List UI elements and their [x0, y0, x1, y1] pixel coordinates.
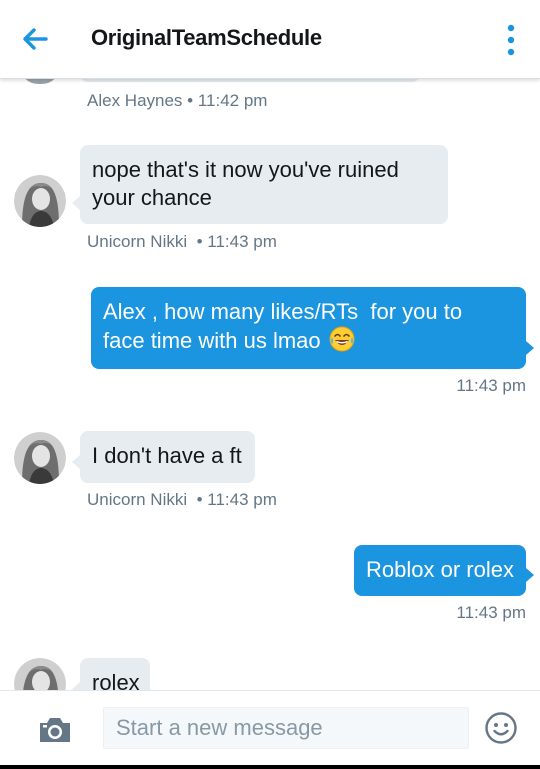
message-bubble[interactable]: I don't have a ft: [72, 431, 255, 483]
message-composer: [0, 690, 540, 766]
message-text: I don't have a ft: [92, 443, 242, 468]
message-text: rolex: [92, 670, 140, 690]
conversation-header: OriginalTeamSchedule: [0, 0, 540, 79]
message-text: face time with us lmao: [103, 328, 321, 353]
message-bubble[interactable]: Alex , how many likes/RTs for you to fac…: [91, 287, 534, 369]
face-with-tears-of-joy-icon: [329, 326, 355, 352]
message-text: Roblox or rolex: [366, 557, 514, 582]
more-vertical-icon[interactable]: [504, 20, 518, 60]
message-bubble[interactable]: nope that's it now you've ruined your ch…: [72, 145, 448, 224]
message-meta: Unicorn Nikki • 11:43 pm: [87, 490, 277, 509]
message-list[interactable]: Alex Haynes • 11:42 pm nope that's it no…: [0, 78, 540, 690]
camera-icon[interactable]: [37, 715, 73, 745]
message-text-line: your chance: [92, 185, 212, 210]
message-input[interactable]: [103, 707, 469, 749]
message-text-line: nope that's it now you've ruined: [92, 157, 399, 182]
smiley-icon[interactable]: [484, 711, 518, 745]
avatar[interactable]: [14, 175, 66, 227]
message-meta: Unicorn Nikki • 11:43 pm: [87, 232, 277, 251]
message-meta: 11:43 pm: [456, 603, 526, 622]
message-bubble[interactable]: rolex: [72, 658, 150, 690]
system-bottom-bar: [0, 765, 540, 769]
message-text-line: Alex , how many likes/RTs for you to: [103, 299, 463, 324]
message-bubble[interactable]: Roblox or rolex: [354, 545, 534, 596]
message-meta: 11:43 pm: [456, 376, 526, 395]
message-meta: Alex Haynes • 11:42 pm: [87, 91, 268, 110]
avatar[interactable]: [14, 432, 66, 484]
conversation-title: OriginalTeamSchedule: [91, 25, 322, 50]
avatar[interactable]: [14, 658, 66, 690]
message-text-line: face time with us lmao: [103, 326, 514, 355]
arrow-left-icon[interactable]: [18, 22, 52, 56]
